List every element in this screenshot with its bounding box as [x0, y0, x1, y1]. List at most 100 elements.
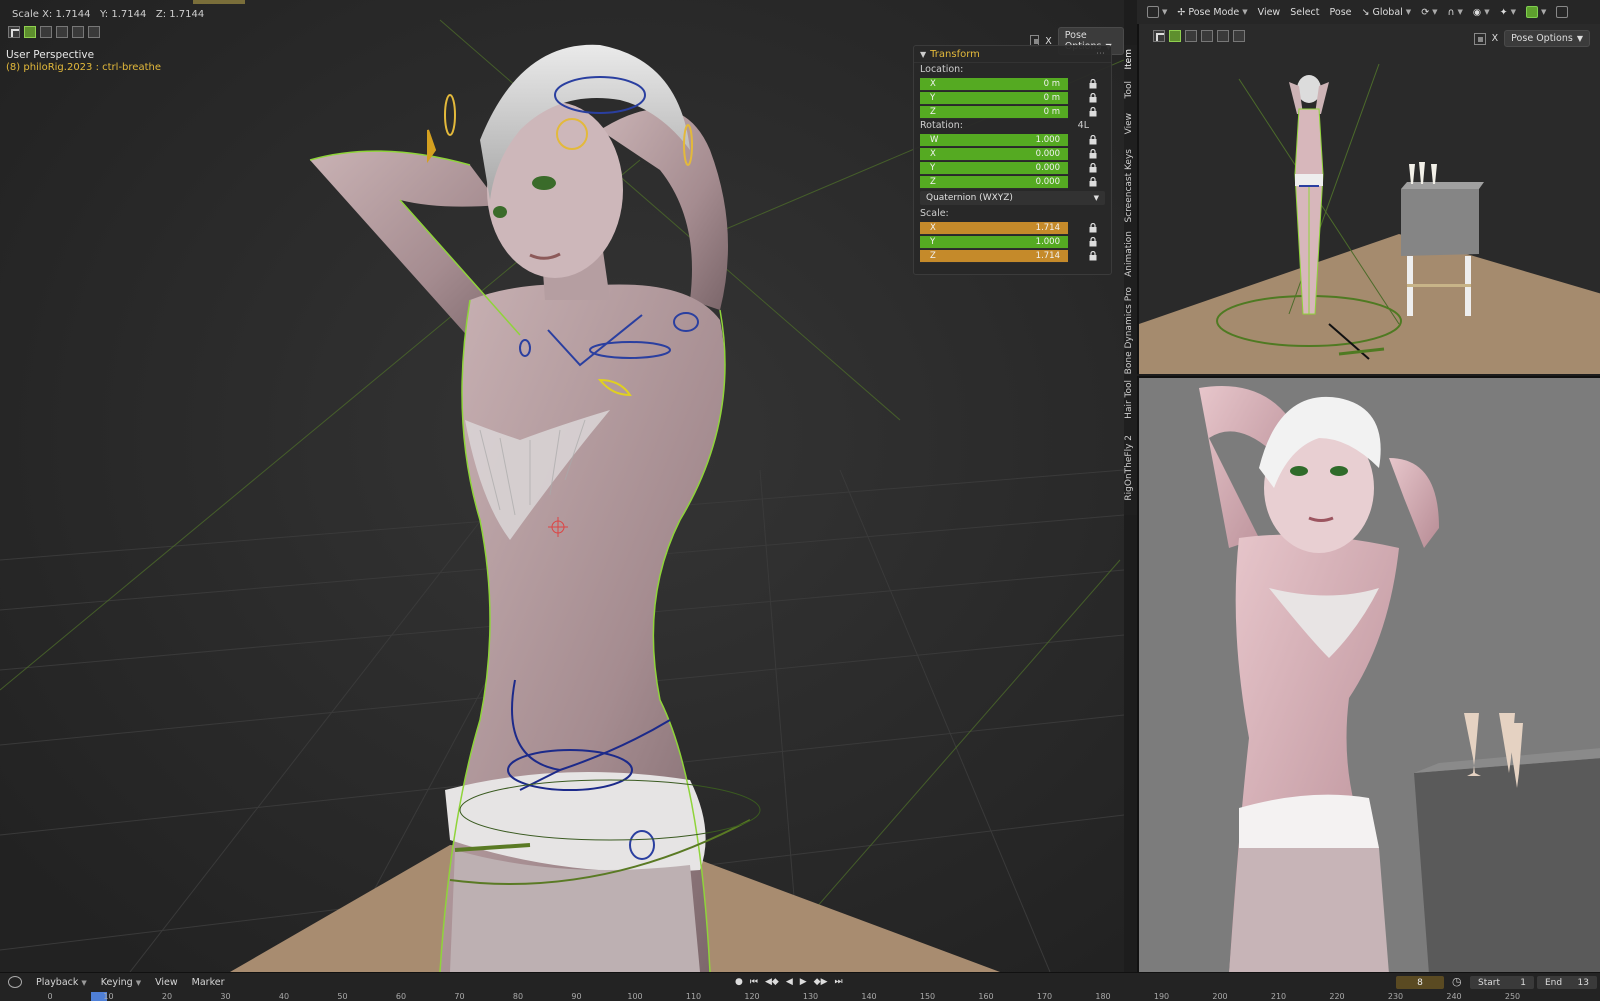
rotation-w-field[interactable]: W 1.000	[920, 133, 1068, 147]
record-icon[interactable]: ●	[735, 977, 743, 987]
scale-y-field[interactable]: Y 1.000	[920, 235, 1068, 249]
select-invert-icon[interactable]	[1217, 30, 1229, 42]
timeline-menu-playback[interactable]: Playback ▼	[36, 977, 87, 988]
viewport-title: User Perspective	[6, 49, 95, 61]
prev-keyframe-icon[interactable]: ◀◆	[765, 977, 779, 987]
location-y-field[interactable]: Y 0 m	[920, 91, 1068, 105]
ruler-tick-label: 190	[1153, 992, 1170, 1001]
start-frame-field[interactable]: Start 1	[1470, 976, 1534, 989]
lock-icon[interactable]	[1086, 107, 1100, 117]
timeline-menu-view[interactable]: View	[155, 977, 178, 988]
select-extend-icon[interactable]	[40, 26, 52, 38]
scale-z-field[interactable]: Z 1.714	[920, 249, 1068, 263]
scale-row-x: X 1.714	[914, 221, 1111, 235]
start-value: 1	[1520, 977, 1526, 988]
next-keyframe-icon[interactable]: ◆▶	[814, 977, 828, 987]
timeline-menu-keying[interactable]: Keying ▼	[101, 977, 141, 988]
sidebar-tab-rigonthefly-2[interactable]: RigOnTheFly 2	[1124, 435, 1137, 501]
pivot-icon: ⟳	[1421, 6, 1430, 18]
sidebar-tab-bone-dynamics-pro[interactable]: Bone Dynamics Pro	[1124, 287, 1137, 374]
location-x-field[interactable]: X 0 m	[920, 77, 1068, 91]
lock-icon[interactable]	[1086, 135, 1100, 145]
select-subtract-icon[interactable]	[1201, 30, 1213, 42]
shading-toggle[interactable]	[1556, 6, 1569, 18]
select-extend-icon[interactable]	[1185, 30, 1197, 42]
camera-render-viewport[interactable]	[1137, 376, 1600, 972]
pivot-point-selector[interactable]: ⟳ ▼	[1421, 7, 1437, 18]
sidebar-tab-screencast-keys[interactable]: Screencast Keys	[1124, 149, 1137, 223]
select-tool-icon[interactable]	[8, 26, 20, 38]
lock-icon[interactable]	[1086, 149, 1100, 159]
jump-end-icon[interactable]: ⏭	[835, 977, 843, 987]
collapse-chevron-icon[interactable]: ▼	[920, 50, 926, 59]
play-reverse-icon[interactable]: ◀	[786, 977, 793, 987]
select-new-icon[interactable]	[24, 26, 36, 38]
gizmo-selector[interactable]: ✦ ▼	[1500, 7, 1516, 18]
transform-panel-header[interactable]: ▼ Transform ⋯	[914, 46, 1111, 63]
lock-icon[interactable]	[1086, 93, 1100, 103]
select-tool-icon[interactable]	[1153, 30, 1165, 42]
lock-icon[interactable]	[1086, 237, 1100, 247]
sidebar-tab-animation[interactable]: Animation	[1124, 231, 1137, 277]
select-subtract-icon[interactable]	[56, 26, 68, 38]
menu-label: Playback	[36, 976, 79, 988]
axis-label: Y	[930, 236, 936, 247]
menu-pose[interactable]: Pose	[1330, 7, 1352, 18]
right-viewport-header: ▼ ✢ Pose Mode ▼ View Select Pose ↘ Global…	[1137, 0, 1600, 24]
snap-selector[interactable]: ∩ ▼	[1448, 7, 1463, 18]
visibility-selector[interactable]: ◉ ▼	[1473, 7, 1490, 18]
timeline-menus: Playback ▼ Keying ▼ View Marker	[36, 977, 224, 988]
rotation-lock-4l[interactable]: 4L	[1078, 119, 1089, 133]
ruler-tick-label: 150	[919, 992, 936, 1001]
clock-icon[interactable]: ◷	[1452, 975, 1462, 988]
rotation-y-field[interactable]: Y 0.000	[920, 161, 1068, 175]
render-scene-canvas[interactable]	[1139, 378, 1600, 972]
select-intersect-icon[interactable]	[88, 26, 100, 38]
sidebar-tab-tool[interactable]: Tool	[1124, 81, 1137, 98]
sidebar-tab-item[interactable]: Item	[1124, 49, 1137, 70]
ruler-tick-label: 50	[337, 992, 348, 1001]
drag-grip-icon[interactable]: ⋯	[1096, 49, 1105, 59]
pose-options-dropdown[interactable]: Pose Options▼	[1504, 30, 1590, 47]
wine-glasses[interactable]	[1409, 162, 1437, 184]
current-frame-field[interactable]: 8	[1396, 976, 1444, 989]
select-new-icon[interactable]	[1169, 30, 1181, 42]
lock-icon[interactable]	[1086, 177, 1100, 187]
end-frame-field[interactable]: End 13	[1537, 976, 1597, 989]
editor-type-selector[interactable]: ▼	[1147, 6, 1167, 18]
rotation-fields: W 1.000 X 0.000 Y 0.000 Z 0.000	[914, 133, 1111, 189]
timeline-menu-marker[interactable]: Marker	[192, 977, 225, 988]
select-intersect-icon[interactable]	[1233, 30, 1245, 42]
lock-icon[interactable]	[1086, 251, 1100, 261]
select-invert-icon[interactable]	[72, 26, 84, 38]
ruler-tick-label: 240	[1446, 992, 1462, 1001]
lock-icon[interactable]	[1086, 163, 1100, 173]
sidebar-tab-view[interactable]: View	[1124, 113, 1137, 134]
top-scene-canvas[interactable]	[1139, 24, 1600, 374]
frame-ruler[interactable]: 0 10 20 30 40 50 60 70 80 90 100 110 120 130 140 150 160…	[0, 992, 1600, 1001]
axis-label: X	[930, 78, 936, 89]
ruler-tick-label: 130	[802, 992, 819, 1001]
overlays-icon	[1525, 6, 1538, 18]
play-icon[interactable]: ▶	[800, 977, 807, 987]
lock-icon[interactable]	[1086, 223, 1100, 233]
main-3d-viewport[interactable]: Scale X: 1.7144 Y: 1.7144 Z: 1.7144 User…	[0, 0, 1124, 972]
rotation-mode-select[interactable]: Quaternion (WXYZ) ▼	[920, 191, 1105, 205]
location-label: Location:	[920, 64, 964, 75]
axis-label: Z	[930, 176, 936, 187]
overlay-selector[interactable]: ▼	[1525, 6, 1546, 18]
rotation-x-field[interactable]: X 0.000	[920, 147, 1068, 161]
top-right-viewport[interactable]: X Pose Options ▼	[1137, 24, 1600, 374]
sidebar-tab-hair-tool[interactable]: Hair Tool	[1124, 380, 1137, 419]
menu-view[interactable]: View	[1258, 7, 1281, 18]
menu-select[interactable]: Select	[1290, 7, 1319, 18]
transform-orientation-selector[interactable]: ↘ Global ▼	[1362, 7, 1412, 18]
jump-start-icon[interactable]: ⏮	[750, 977, 758, 987]
scale-x-field[interactable]: X 1.714	[920, 221, 1068, 235]
mode-selector[interactable]: ✢ Pose Mode ▼	[1177, 7, 1247, 18]
location-z-field[interactable]: Z 0 m	[920, 105, 1068, 119]
xray-icon[interactable]	[1473, 32, 1486, 45]
lock-icon[interactable]	[1086, 79, 1100, 89]
gizmo-icon: ✦	[1499, 6, 1508, 18]
rotation-z-field[interactable]: Z 0.000	[920, 175, 1068, 189]
